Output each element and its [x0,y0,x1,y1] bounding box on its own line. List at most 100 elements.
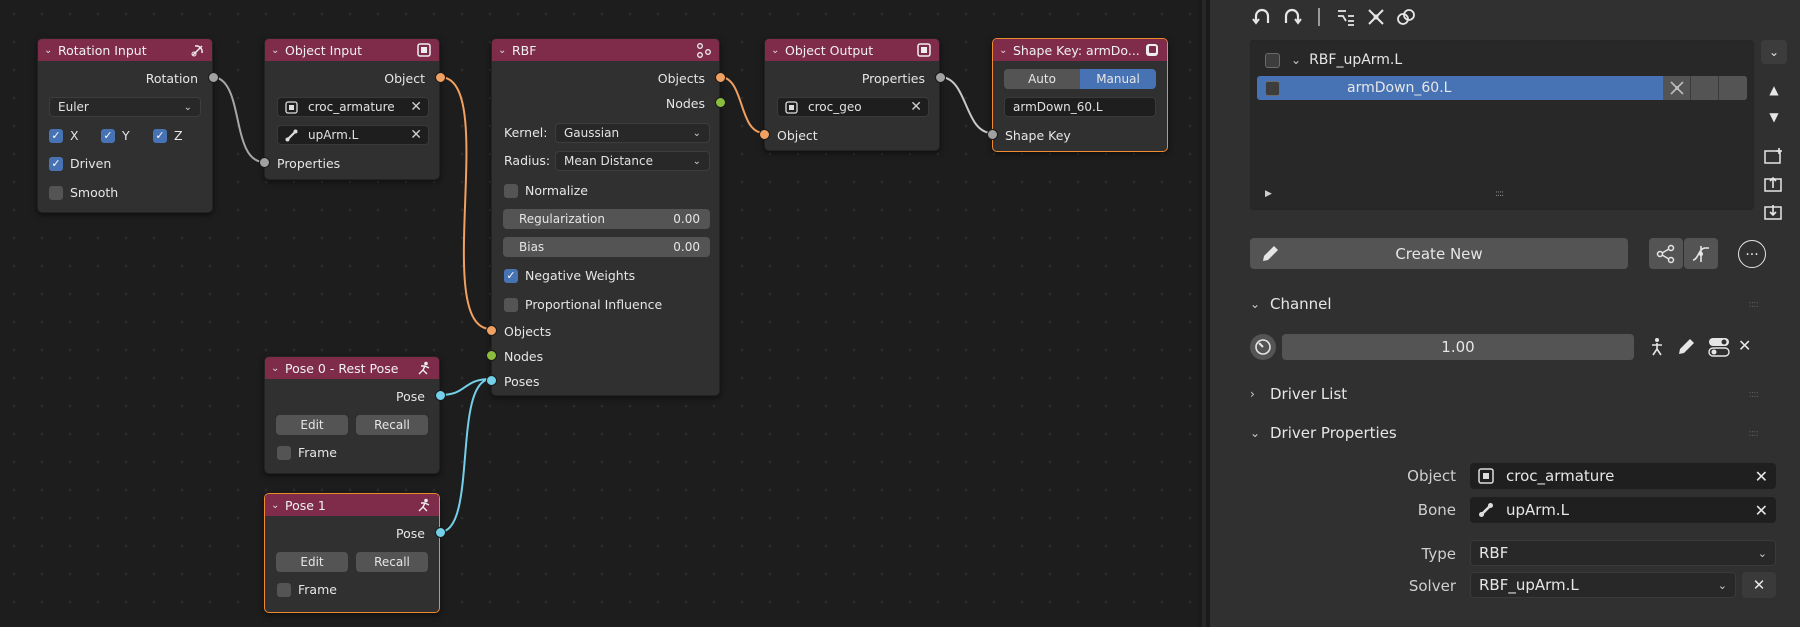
socket-nodes-output[interactable] [715,97,726,108]
driven-checkbox[interactable]: Driven [49,156,111,171]
pencil-icon[interactable] [1676,337,1696,361]
collapse-chevron-icon[interactable]: ⌄ [498,45,512,56]
dropdown-menu-button[interactable]: ⌄ [1761,40,1787,64]
node-editor[interactable]: ⌄ Rotation Input Rotation Euler ⌄ X Y Z D… [0,0,1198,627]
proportional-influence-checkbox[interactable]: Proportional Influence [504,297,662,312]
expand-icon[interactable] [1364,5,1388,29]
checkbox-unchecked[interactable] [277,445,291,460]
negative-weights-checkbox[interactable]: Negative Weights [504,268,635,283]
import-button[interactable] [1761,200,1787,224]
list-item-checkbox[interactable] [1265,52,1280,68]
node-header[interactable]: ⌄ Object Output [765,39,939,61]
bone-field[interactable]: upArm.L ✕ [277,125,429,145]
checkbox-checked[interactable] [153,128,167,143]
manual-button[interactable]: Manual [1080,69,1156,89]
move-down-button[interactable]: ▼ [1761,105,1787,129]
node-rbf[interactable]: ⌄ RBF Objects Nodes Kernel: Gaussian ⌄ Ra… [486,38,726,396]
checkbox-checked[interactable] [101,128,115,143]
checkbox-checked[interactable] [49,128,63,143]
node-object-output[interactable]: ⌄ Object Output Properties croc_geo ✕ Obj… [759,38,946,151]
link-rings-icon[interactable] [1394,5,1418,29]
more-options-button[interactable]: ... [1738,240,1766,268]
filter-list-icon[interactable] [1334,5,1358,29]
list-item-parent[interactable]: ⌄ RBF_upArm.L [1257,48,1747,72]
move-up-button[interactable]: ▲ [1761,78,1787,102]
driver-solver-dropdown[interactable]: RBF_upArm.L ⌄ [1470,572,1736,598]
clear-solver-button[interactable]: ✕ [1742,572,1776,598]
driver-tree-list[interactable]: ⌄ RBF_upArm.L armDown_60.L ▶ :::: [1250,40,1754,210]
frame-checkbox[interactable]: Frame [277,582,337,597]
node-header[interactable]: ⌄ Shape Key: armDo... [993,39,1167,61]
recall-button[interactable]: Recall [356,415,428,435]
driver-bone-field[interactable]: upArm.L ✕ [1470,497,1776,523]
object-field[interactable]: croc_geo ✕ [777,97,929,117]
checkbox-unchecked[interactable] [277,582,291,597]
clear-icon[interactable]: ✕ [1755,467,1768,486]
expand-chevron-icon[interactable]: ⌄ [1291,53,1301,67]
channel-indicator-button[interactable] [1250,334,1276,360]
collapse-chevron-icon[interactable]: ⌄ [271,363,285,374]
socket-object-output[interactable] [435,72,446,83]
armature-pose-icon[interactable] [1648,337,1666,361]
driver-list-section-header[interactable]: › Driver List :::: [1250,382,1786,406]
bias-slider[interactable]: Bias 0.00 [503,237,710,257]
create-new-button[interactable]: Create New [1250,238,1628,269]
node-header[interactable]: ⌄ Pose 0 - Rest Pose [265,357,439,379]
node-header[interactable]: ⌄ Rotation Input [38,39,212,61]
node-pose-0[interactable]: ⌄ Pose 0 - Rest Pose Pose Edit Recall Fr… [264,356,446,474]
clear-icon[interactable]: ✕ [910,99,922,115]
expand-filter-triangle-icon[interactable]: ▶ [1265,189,1272,199]
shape-key-field[interactable]: armDown_60.L [1004,97,1156,117]
axis-z-checkbox[interactable]: Z [153,128,183,143]
node-object-input[interactable]: ⌄ Object Input Object croc_armature ✕ upA… [259,38,446,180]
node-header[interactable]: ⌄ Pose 1 [265,494,439,516]
collapse-chevron-icon[interactable]: ⌄ [771,45,785,56]
collapse-chevron-icon[interactable]: ⌄ [44,45,58,56]
checkbox-unchecked[interactable] [504,297,518,312]
smooth-checkbox[interactable]: Smooth [49,185,118,200]
pose-mode-icon[interactable] [1663,76,1691,100]
checkbox-unchecked[interactable] [49,185,63,200]
node-rotation-input[interactable]: ⌄ Rotation Input Rotation Euler ⌄ X Y Z D… [37,38,219,213]
recall-button[interactable]: Recall [356,552,428,572]
new-collection-button[interactable] [1761,144,1787,168]
frame-checkbox[interactable]: Frame [277,445,337,460]
mode-toggle[interactable]: Auto Manual [1004,69,1156,89]
auto-button[interactable]: Auto [1004,69,1080,89]
socket-pose-output[interactable] [435,390,446,401]
object-field[interactable]: croc_armature ✕ [277,97,429,117]
driver-properties-section-header[interactable]: ⌄ Driver Properties :::: [1250,421,1786,445]
list-item-child[interactable]: armDown_60.L [1257,76,1747,100]
collapse-chevron-icon[interactable]: ⌄ [999,45,1013,56]
normalize-checkbox[interactable]: Normalize [504,183,588,198]
socket-rotation-output[interactable] [208,72,219,83]
axis-x-checkbox[interactable]: X [49,128,79,143]
channel-value-field[interactable]: 1.00 [1282,334,1634,360]
checkbox-checked[interactable] [49,156,63,171]
socket-pose-output[interactable] [435,527,446,538]
regularization-slider[interactable]: Regularization 0.00 [503,209,710,229]
collapse-chevron-icon[interactable]: ⌄ [271,500,285,511]
redo-pose-icon[interactable] [1280,5,1304,29]
checkbox-checked[interactable] [504,268,518,283]
rotation-mode-dropdown[interactable]: Euler ⌄ [49,97,201,117]
node-pose-1[interactable]: ⌄ Pose 1 Pose Edit Recall Frame [264,493,446,613]
drag-handle-icon[interactable]: :::: [1749,299,1760,310]
collapse-chevron-icon[interactable]: ⌄ [271,45,285,56]
close-icon[interactable]: ✕ [1738,336,1751,355]
clear-icon[interactable]: ✕ [410,99,422,115]
region-divider[interactable] [1198,0,1210,627]
edit-button[interactable]: Edit [276,415,348,435]
node-tree-button[interactable] [1649,238,1683,269]
edit-button[interactable]: Edit [276,552,348,572]
radius-dropdown[interactable]: Mean Distance ⌄ [555,151,710,171]
row-action-slot[interactable] [1719,76,1747,100]
list-item-checkbox[interactable] [1265,80,1280,96]
toggle-switch-icon[interactable] [1708,337,1730,361]
sidebar-panel[interactable]: ⌄ RBF_upArm.L armDown_60.L ▶ :::: ⌄ ▲ ▼ … [1210,0,1800,627]
kernel-dropdown[interactable]: Gaussian ⌄ [555,123,710,143]
export-button[interactable] [1761,172,1787,196]
axis-y-checkbox[interactable]: Y [101,128,130,143]
checkbox-unchecked[interactable] [504,183,518,198]
resize-grip-icon[interactable]: :::: [1495,189,1504,199]
